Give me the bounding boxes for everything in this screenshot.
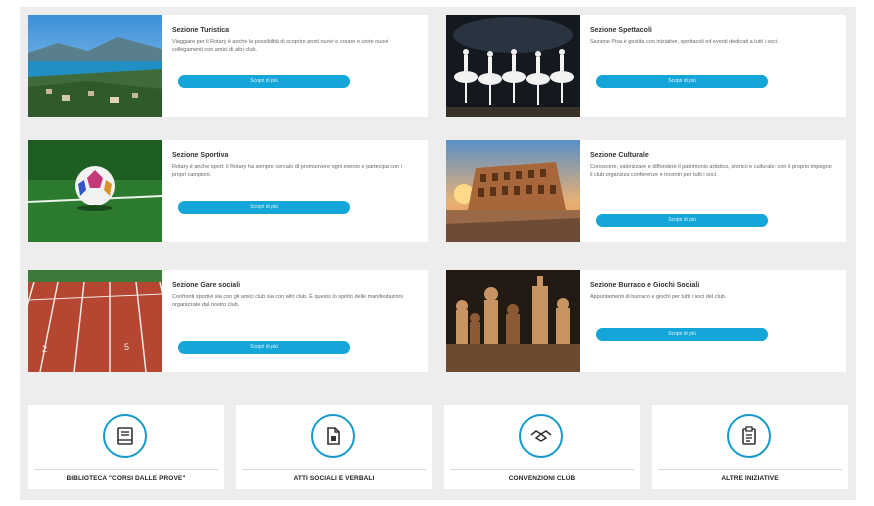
section-title: Sezione Gare sociali [172, 282, 241, 289]
clipboard-icon [742, 426, 756, 445]
section-title: Sezione Spettacoli [590, 27, 652, 34]
tile-label: ATTI SOCIALI E VERBALI [293, 475, 375, 482]
chess-photo[interactable] [446, 270, 580, 372]
section-description: Sezione Pisa è gestita con iniziative, s… [590, 39, 779, 45]
tile-label: CONVENZIONI CLUB [508, 475, 576, 482]
tile-divider [450, 469, 634, 470]
soccer-ball-photo[interactable] [28, 140, 162, 242]
tile-divider [242, 469, 426, 470]
discover-more-button[interactable]: Scopri di più [596, 75, 768, 88]
tile-altre-iniziative[interactable]: ALTRE INIZIATIVE [652, 405, 848, 489]
document-icon [327, 427, 340, 445]
section-title: Sezione Culturale [590, 152, 649, 159]
svg-text:5: 5 [124, 342, 129, 352]
section-description: Rotary è anche sport: il Rotary ha sempr… [172, 164, 402, 178]
tile-label: BIBLIOTECA "CORSI DALLE PROVE" [66, 475, 186, 482]
section-card-culturale: Sezione Culturale Conoscere, valorizzare… [446, 140, 846, 242]
tile-label: ALTRE INIZIATIVE [721, 475, 779, 482]
section-title: Sezione Sportiva [172, 152, 229, 159]
handshake-icon [530, 430, 552, 442]
colosseum-photo[interactable] [446, 140, 580, 242]
section-card-turistica: Sezione Turistica Viaggiare per il Rotar… [28, 15, 428, 117]
discover-more-button[interactable]: Scopri di più [178, 201, 350, 214]
discover-more-button[interactable]: Scopri di più [596, 214, 768, 227]
tile-divider [658, 469, 842, 470]
tile-atti-sociali[interactable]: ATTI SOCIALI E VERBALI [236, 405, 432, 489]
discover-more-button[interactable]: Scopri di più [178, 75, 350, 88]
section-title: Sezione Turistica [172, 27, 230, 34]
running-track-photo[interactable]: 2 5 [28, 270, 162, 372]
tile-divider [34, 469, 218, 470]
section-description: Appuntamenti di burraco e giochi per tut… [590, 294, 727, 300]
section-description: Viaggiare per il Rotary è anche la possi… [172, 39, 389, 53]
lake-landscape-photo[interactable] [28, 15, 162, 117]
tile-convenzioni[interactable]: CONVENZIONI CLUB [444, 405, 640, 489]
clipboard-icon-ring [727, 414, 771, 458]
section-card-spettacoli: Sezione Spettacoli Sezione Pisa è gestit… [446, 15, 846, 117]
document-icon-ring [311, 414, 355, 458]
discover-more-button[interactable]: Scopri di più [178, 341, 350, 354]
discover-more-button[interactable]: Scopri di più [596, 328, 768, 341]
handshake-icon-ring [519, 414, 563, 458]
book-icon [117, 427, 133, 445]
section-description: Confronti sportivi sia con gli amici clu… [172, 294, 403, 308]
section-card-gare-sociali: 2 5 Sezione Gare sociali Confronti sport… [28, 270, 428, 372]
book-icon-ring [103, 414, 147, 458]
section-card-burraco: Sezione Burraco e Giochi Sociali Appunta… [446, 270, 846, 372]
section-description: Conoscere, valorizzare e diffondere il p… [590, 164, 832, 178]
svg-text:2: 2 [42, 344, 47, 354]
section-title: Sezione Burraco e Giochi Sociali [590, 282, 700, 289]
ballet-photo[interactable] [446, 15, 580, 117]
section-card-sportiva: Sezione Sportiva Rotary è anche sport: i… [28, 140, 428, 242]
tile-biblioteca[interactable]: BIBLIOTECA "CORSI DALLE PROVE" [28, 405, 224, 489]
